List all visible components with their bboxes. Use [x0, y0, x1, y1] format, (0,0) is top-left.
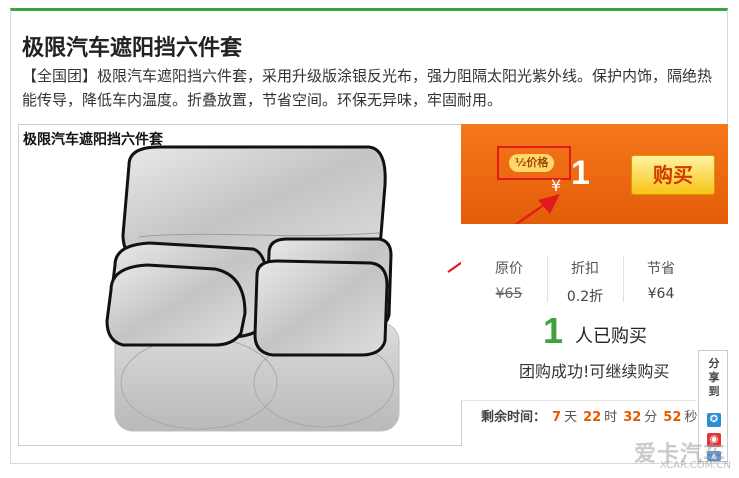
product-title: 极限汽车遮阳挡六件套 — [22, 36, 243, 61]
buyer-count: 1 — [543, 310, 564, 351]
deal-success-message: 团购成功!可继续购买 — [519, 362, 670, 381]
discount-stat: 折扣 0.2折 — [549, 258, 621, 306]
discount-label: 折扣 — [571, 261, 599, 277]
original-price-stat: 原价 ¥65 — [473, 258, 545, 302]
deal-price: 1 — [571, 154, 590, 192]
countdown-seconds-unit: 秒 — [684, 410, 698, 425]
product-description: 【全国团】极限汽车遮阳挡六件套，采用升级版涂银反光布，强力阻隔太阳光紫外线。保护… — [22, 67, 713, 109]
saving-label: 节省 — [647, 261, 675, 277]
countdown-label: 剩余时间： — [481, 410, 547, 425]
countdown-days: 7 — [552, 410, 562, 425]
discount-value: 0.2折 — [566, 289, 604, 305]
image-caption: 极限汽车遮阳挡六件套 — [23, 132, 163, 148]
half-price-badge: ½价格 — [497, 146, 571, 180]
countdown-timer: 剩余时间： 7 天 22 时 32 分 52 秒 — [461, 400, 697, 436]
sunshade-illustration — [105, 145, 400, 432]
site-watermark-url: XCAR.COM.CN — [660, 460, 731, 471]
saving-stat: 节省 ¥64 — [625, 258, 697, 302]
countdown-minutes-unit: 分 — [644, 410, 658, 425]
countdown-days-unit: 天 — [564, 410, 578, 425]
countdown-seconds: 52 — [663, 410, 682, 425]
qzone-share-icon[interactable]: ✪ — [707, 413, 721, 427]
stat-divider — [547, 256, 548, 302]
product-image[interactable]: 极限汽车遮阳挡六件套 — [18, 124, 462, 446]
original-price-label: 原价 — [495, 261, 523, 277]
buyer-count-suffix: 人已购买 — [575, 326, 647, 347]
stat-divider — [623, 256, 624, 302]
countdown-hours: 22 — [583, 410, 602, 425]
deal-stats-panel: 原价 ¥65 折扣 0.2折 节省 ¥64 1 人已购买 团购成功!可继续购买 — [461, 224, 728, 400]
countdown-hours-unit: 时 — [604, 410, 618, 425]
share-label: 分享到 — [708, 357, 720, 398]
original-price-value: ¥65 — [495, 286, 523, 302]
buy-button[interactable]: 购买 — [631, 155, 715, 195]
countdown-minutes: 32 — [623, 410, 642, 425]
half-price-label: ½价格 — [509, 154, 555, 172]
saving-value: ¥64 — [647, 286, 675, 302]
